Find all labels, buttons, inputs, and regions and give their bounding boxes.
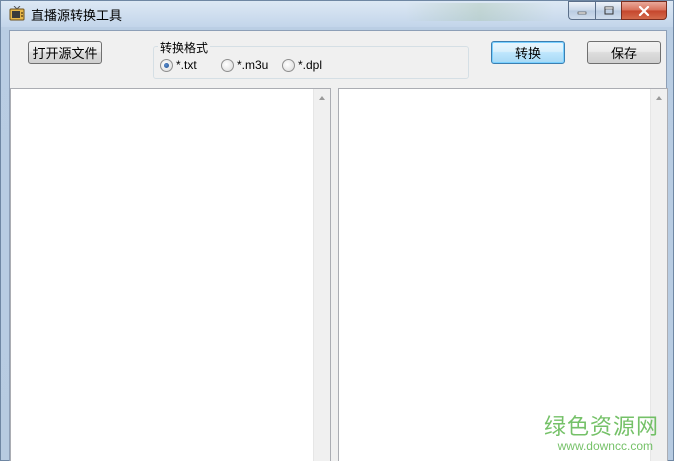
maximize-button[interactable]	[595, 1, 621, 20]
radio-m3u-indicator[interactable]	[221, 58, 234, 72]
source-scroll-up-button[interactable]	[313, 89, 330, 106]
up-arrow-icon	[655, 95, 662, 100]
radio-m3u-label: *.m3u	[237, 58, 269, 72]
format-group-label: 转换格式	[158, 39, 211, 56]
radio-txt[interactable]: *.txt	[160, 58, 197, 72]
convert-button[interactable]: 转换	[491, 41, 565, 64]
up-arrow-icon	[318, 95, 325, 100]
window-title: 直播源转换工具	[31, 9, 123, 24]
app-window: 直播源转换工具 打开源文件 转换格式 *.txt *.m3u *.dpl 转换 …	[0, 0, 674, 461]
radio-m3u[interactable]: *.m3u	[221, 58, 268, 72]
maximize-icon	[604, 6, 613, 15]
minimize-button[interactable]	[568, 1, 595, 20]
open-source-file-button[interactable]: 打开源文件	[28, 41, 102, 64]
save-button[interactable]: 保存	[587, 41, 661, 64]
tv-icon	[9, 6, 25, 21]
close-button[interactable]	[621, 1, 667, 20]
background-window-ghost	[405, 3, 555, 21]
radio-txt-label: *.txt	[176, 58, 197, 72]
close-icon	[638, 5, 650, 16]
result-textarea[interactable]	[338, 88, 668, 461]
minimize-icon	[577, 11, 587, 14]
radio-dpl[interactable]: *.dpl	[282, 58, 322, 72]
radio-dpl-indicator[interactable]	[282, 58, 295, 72]
radio-txt-indicator[interactable]	[160, 58, 173, 72]
title-bar[interactable]: 直播源转换工具	[1, 1, 673, 27]
client-area: 打开源文件 转换格式 *.txt *.m3u *.dpl 转换 保存	[9, 30, 668, 461]
source-textarea[interactable]	[10, 88, 331, 461]
radio-dpl-label: *.dpl	[298, 58, 323, 72]
source-scrollbar[interactable]	[313, 89, 330, 461]
result-scrollbar[interactable]	[650, 89, 667, 461]
result-scroll-up-button[interactable]	[650, 89, 667, 106]
window-controls	[568, 1, 667, 20]
pane-divider	[331, 88, 338, 461]
